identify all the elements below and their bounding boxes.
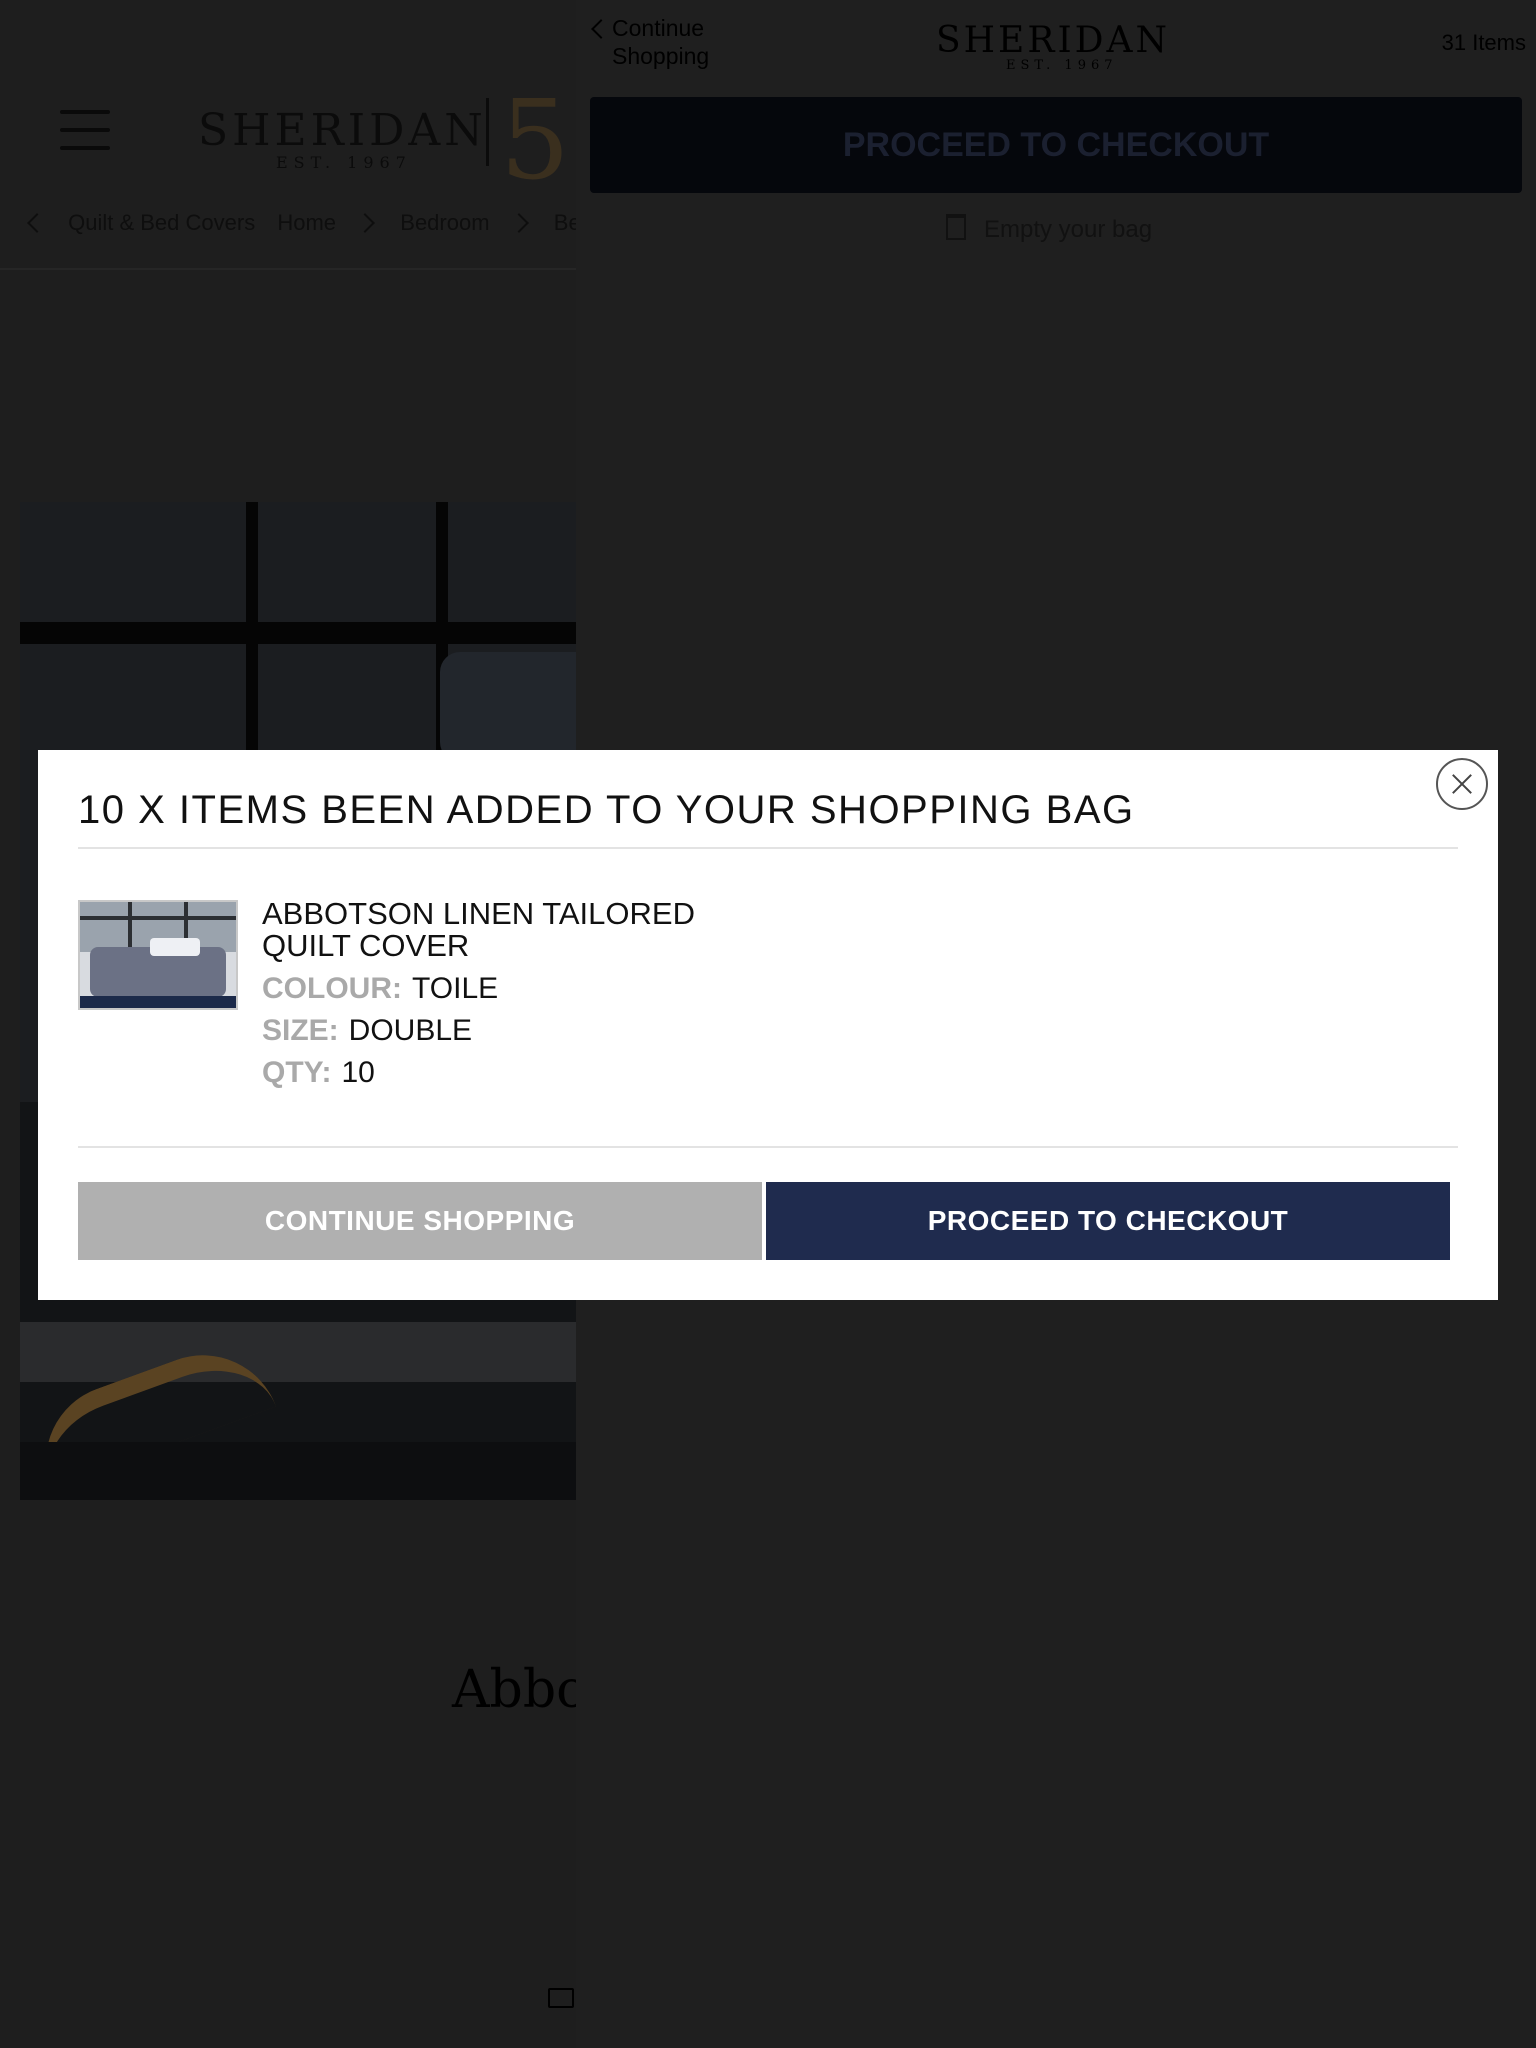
product-thumbnail xyxy=(78,900,238,1010)
colour-key: COLOUR: xyxy=(262,972,402,1005)
modal-divider xyxy=(78,847,1458,849)
breadcrumb-item-home[interactable]: Home xyxy=(277,210,336,235)
logo-wordmark: SHERIDAN xyxy=(936,20,1171,61)
continue-shopping-link[interactable]: Continue Shopping xyxy=(612,14,752,70)
compare-icon[interactable] xyxy=(548,1988,574,2008)
product-title: ABBOTSON LINEN TAILORED QUILT COVER xyxy=(262,896,695,963)
size-value: DOUBLE xyxy=(348,1014,473,1047)
product-colour: COLOUR: TOILE xyxy=(262,972,498,1006)
trash-icon xyxy=(946,214,966,240)
breadcrumb: Quilt & Bed Covers Home Bedroom Bedr xyxy=(22,210,576,240)
empty-bag-button[interactable]: Empty your bag xyxy=(946,214,1152,244)
added-to-bag-modal: 10 X ITEMS BEEN ADDED TO YOUR SHOPPING B… xyxy=(38,750,1498,1300)
cart-item-count: 31 Items xyxy=(1441,30,1526,55)
chevron-right-icon xyxy=(508,213,529,233)
qty-value: 10 xyxy=(341,1056,375,1089)
empty-bag-label: Empty your bag xyxy=(984,216,1153,243)
product-name-heading: Abbot xyxy=(452,1660,576,1720)
breadcrumb-item-bedroom-sub[interactable]: Bedr xyxy=(554,210,576,235)
chevron-left-icon[interactable] xyxy=(27,213,47,233)
breadcrumb-divider xyxy=(0,268,576,270)
logo-est: EST. 1967 xyxy=(276,153,412,172)
proceed-to-checkout-button[interactable]: PROCEED TO CHECKOUT xyxy=(766,1182,1450,1260)
qty-key: QTY: xyxy=(262,1056,332,1089)
modal-divider xyxy=(78,1146,1458,1148)
logo-wordmark: SHERIDAN xyxy=(198,105,487,156)
size-key: SIZE: xyxy=(262,1014,339,1047)
product-qty: QTY: 10 xyxy=(262,1056,375,1090)
menu-icon[interactable] xyxy=(60,110,110,150)
sheridan-logo[interactable]: SHERIDAN EST. 1967 xyxy=(198,105,483,175)
anniversary-logo: 5 xyxy=(500,76,570,204)
logo-divider xyxy=(486,98,489,166)
breadcrumb-item-quilt-bed-covers[interactable]: Quilt & Bed Covers xyxy=(68,210,255,235)
product-size: SIZE: DOUBLE xyxy=(262,1014,472,1048)
modal-title: 10 X ITEMS BEEN ADDED TO YOUR SHOPPING B… xyxy=(78,788,1135,832)
close-icon[interactable] xyxy=(1436,758,1488,810)
sheridan-logo[interactable]: SHERIDAN EST. 1967 xyxy=(936,20,1176,80)
chevron-right-icon xyxy=(355,213,376,233)
colour-value: TOILE xyxy=(411,972,499,1005)
logo-est: EST. 1967 xyxy=(1006,58,1118,73)
breadcrumb-item-bedroom[interactable]: Bedroom xyxy=(400,210,489,235)
proceed-to-checkout-button[interactable]: PROCEED TO CHECKOUT xyxy=(590,97,1522,193)
continue-shopping-button[interactable]: CONTINUE SHOPPING xyxy=(78,1182,762,1260)
